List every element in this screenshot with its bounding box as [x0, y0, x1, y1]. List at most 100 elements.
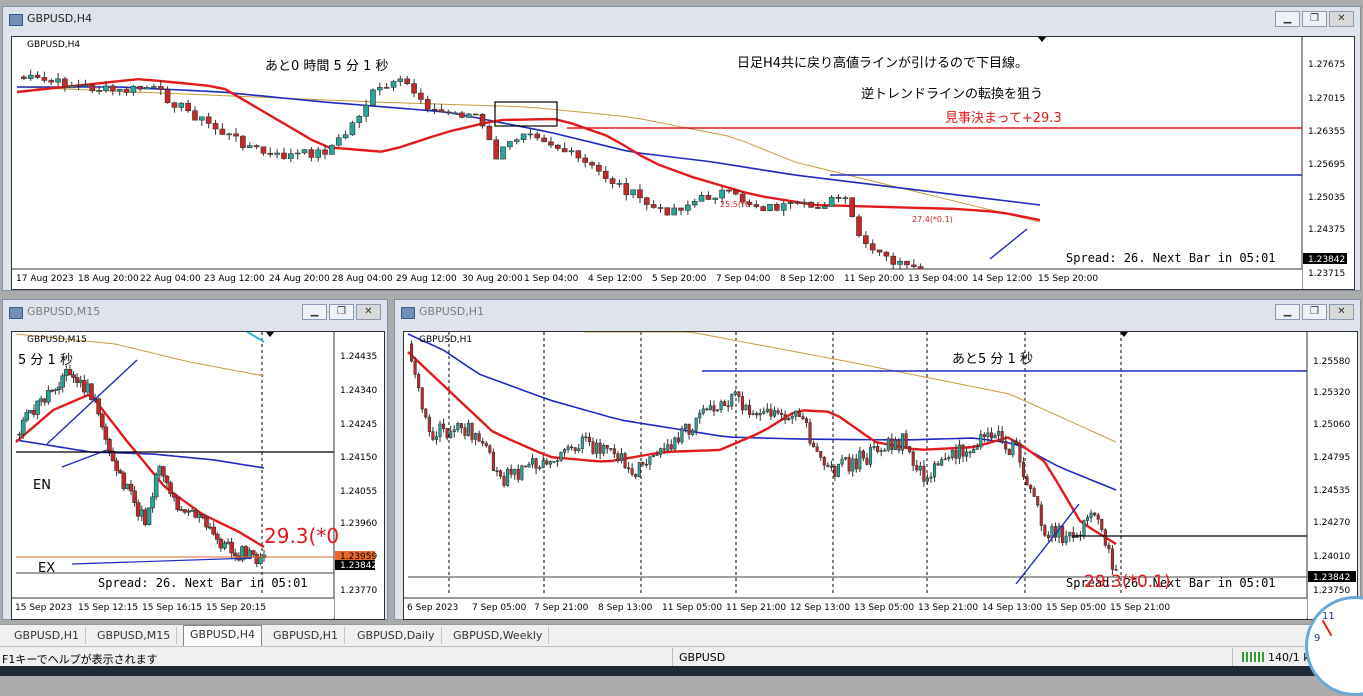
candle-body: [1039, 504, 1043, 526]
candle-body: [669, 444, 673, 450]
candle-body: [103, 426, 109, 440]
candle-body: [171, 493, 177, 498]
candle-body: [780, 203, 787, 211]
close-button[interactable]: ✕: [356, 304, 381, 320]
candle-body: [1046, 534, 1050, 539]
time-tick-label: 12 Sep 13:00: [790, 603, 850, 613]
candle-body: [758, 413, 762, 416]
chart-tab[interactable]: GBPUSD,M15: [91, 627, 178, 644]
window-title: GBPUSD,H4: [27, 12, 92, 25]
candle-body: [144, 86, 150, 90]
chart-window-m15[interactable]: GBPUSD,M15 ▁ ❐ ✕ 1.24435 1.24340 1.24245 1.…: [2, 299, 388, 620]
time-tick-label: 13 Sep 21:00: [918, 603, 978, 613]
candle-body: [893, 439, 897, 450]
candle-body: [89, 84, 96, 92]
candle-body: [20, 419, 26, 435]
maximize-button[interactable]: ❐: [329, 304, 354, 320]
candle-body: [651, 455, 656, 457]
candle-body: [150, 496, 155, 509]
window-titlebar[interactable]: GBPUSD,M15 ▁ ❐ ✕: [3, 300, 387, 324]
candle-body: [591, 441, 595, 454]
candle-body: [82, 84, 89, 87]
chart-window-h1[interactable]: GBPUSD,H1 ▁ ❐ ✕ 1.25580 1.25320 1.25060 1.2…: [394, 299, 1361, 620]
candle-body: [390, 81, 397, 88]
candle-body: [24, 412, 30, 421]
maximize-button[interactable]: ❐: [1302, 304, 1327, 320]
candle-body: [1100, 518, 1104, 530]
candle-body: [48, 80, 55, 83]
candle-body: [719, 401, 723, 411]
time-tick-label: 8 Sep 13:00: [598, 603, 653, 613]
chart-symbol-label: GBPUSD,H4: [27, 40, 81, 50]
price-tick-label: 1.24435: [340, 352, 377, 362]
candle-body: [765, 408, 769, 413]
price-chart-h1[interactable]: 1.25580 1.25320 1.25060 1.24795 1.24535 1.242…: [403, 331, 1358, 620]
price-tick-label: 1.24010: [1313, 552, 1350, 562]
candle-body: [1082, 520, 1086, 537]
time-tick-label: 15 Sep 16:15: [142, 603, 202, 613]
candle-body: [1011, 440, 1015, 456]
candle-body: [199, 116, 205, 121]
candle-body: [840, 458, 844, 465]
current-bar-marker: [1038, 37, 1046, 42]
candle-body: [288, 153, 294, 159]
candle-body: [883, 449, 887, 452]
time-tick-label: 15 Sep 21:00: [1110, 603, 1170, 613]
candle-body: [694, 417, 698, 431]
maximize-button[interactable]: ❐: [1302, 11, 1327, 27]
candle-body: [986, 432, 990, 437]
candle-body: [691, 200, 698, 206]
trade-label: 25.5(*0: [720, 200, 751, 209]
chart-tab[interactable]: GBPUSD,H1: [8, 627, 86, 644]
candle-body: [619, 453, 624, 461]
candle-body: [705, 195, 712, 200]
window-titlebar[interactable]: GBPUSD,H4 ▁ ❐ ✕: [3, 7, 1360, 31]
candle-body: [246, 145, 253, 148]
chart-tab[interactable]: GBPUSD,Daily: [351, 627, 442, 644]
candle-body: [883, 251, 890, 257]
chart-tab[interactable]: GBPUSD,H1: [267, 627, 345, 644]
candle-body: [712, 405, 716, 412]
candle-body: [698, 412, 702, 419]
candle-body: [459, 423, 463, 429]
price-tick-label: 1.25060: [1313, 420, 1350, 430]
candle-body: [573, 447, 577, 452]
candle-body: [666, 444, 670, 451]
candle-body: [993, 434, 997, 439]
candle-body: [477, 433, 481, 442]
candle-body: [62, 78, 68, 89]
price-chart-h4[interactable]: 1.27675 1.27015 1.26355 1.25695 1.25035 1.243…: [11, 36, 1355, 290]
countdown-text: あと5 分 1 秒: [952, 352, 1033, 367]
price-chart-m15[interactable]: 1.24435 1.24340 1.24245 1.24150 1.24055 1.239…: [11, 331, 385, 620]
time-tick-label: 11 Sep 20:00: [844, 274, 904, 284]
candle-body: [575, 150, 582, 159]
price-tick-label: 1.25035: [1308, 193, 1345, 203]
candle-body: [908, 446, 912, 453]
chart-tab[interactable]: GBPUSD,Weekly: [447, 627, 550, 644]
moving-average-mid: [15, 439, 265, 469]
candle-body: [1014, 440, 1018, 445]
profit-label: 29.3(*0: [264, 524, 340, 548]
candle-body: [555, 144, 561, 149]
candle-body: [851, 458, 855, 472]
candle-body: [630, 189, 636, 196]
candle-body: [698, 195, 705, 202]
candle-body: [911, 451, 915, 466]
candle-body: [589, 162, 595, 166]
window-titlebar[interactable]: GBPUSD,H1 ▁ ❐ ✕: [395, 300, 1360, 324]
close-button[interactable]: ✕: [1329, 11, 1354, 27]
candle-body: [890, 438, 894, 450]
range-box: [494, 101, 558, 127]
candle-body: [552, 461, 556, 463]
close-button[interactable]: ✕: [1329, 304, 1354, 320]
candle-body: [516, 468, 520, 480]
time-tick-label: 11 Sep 21:00: [726, 603, 786, 613]
minimize-button[interactable]: ▁: [1275, 11, 1300, 27]
chart-tab[interactable]: GBPUSD,H4: [183, 625, 262, 646]
minimize-button[interactable]: ▁: [302, 304, 327, 320]
minimize-button[interactable]: ▁: [1275, 304, 1300, 320]
candle-body: [664, 207, 671, 216]
candle-body: [787, 202, 794, 204]
chart-window-h4[interactable]: GBPUSD,H4 ▁ ❐ ✕ 1.27675 1.27015 1.26355 1.2…: [2, 6, 1361, 291]
candle-body: [747, 404, 752, 415]
